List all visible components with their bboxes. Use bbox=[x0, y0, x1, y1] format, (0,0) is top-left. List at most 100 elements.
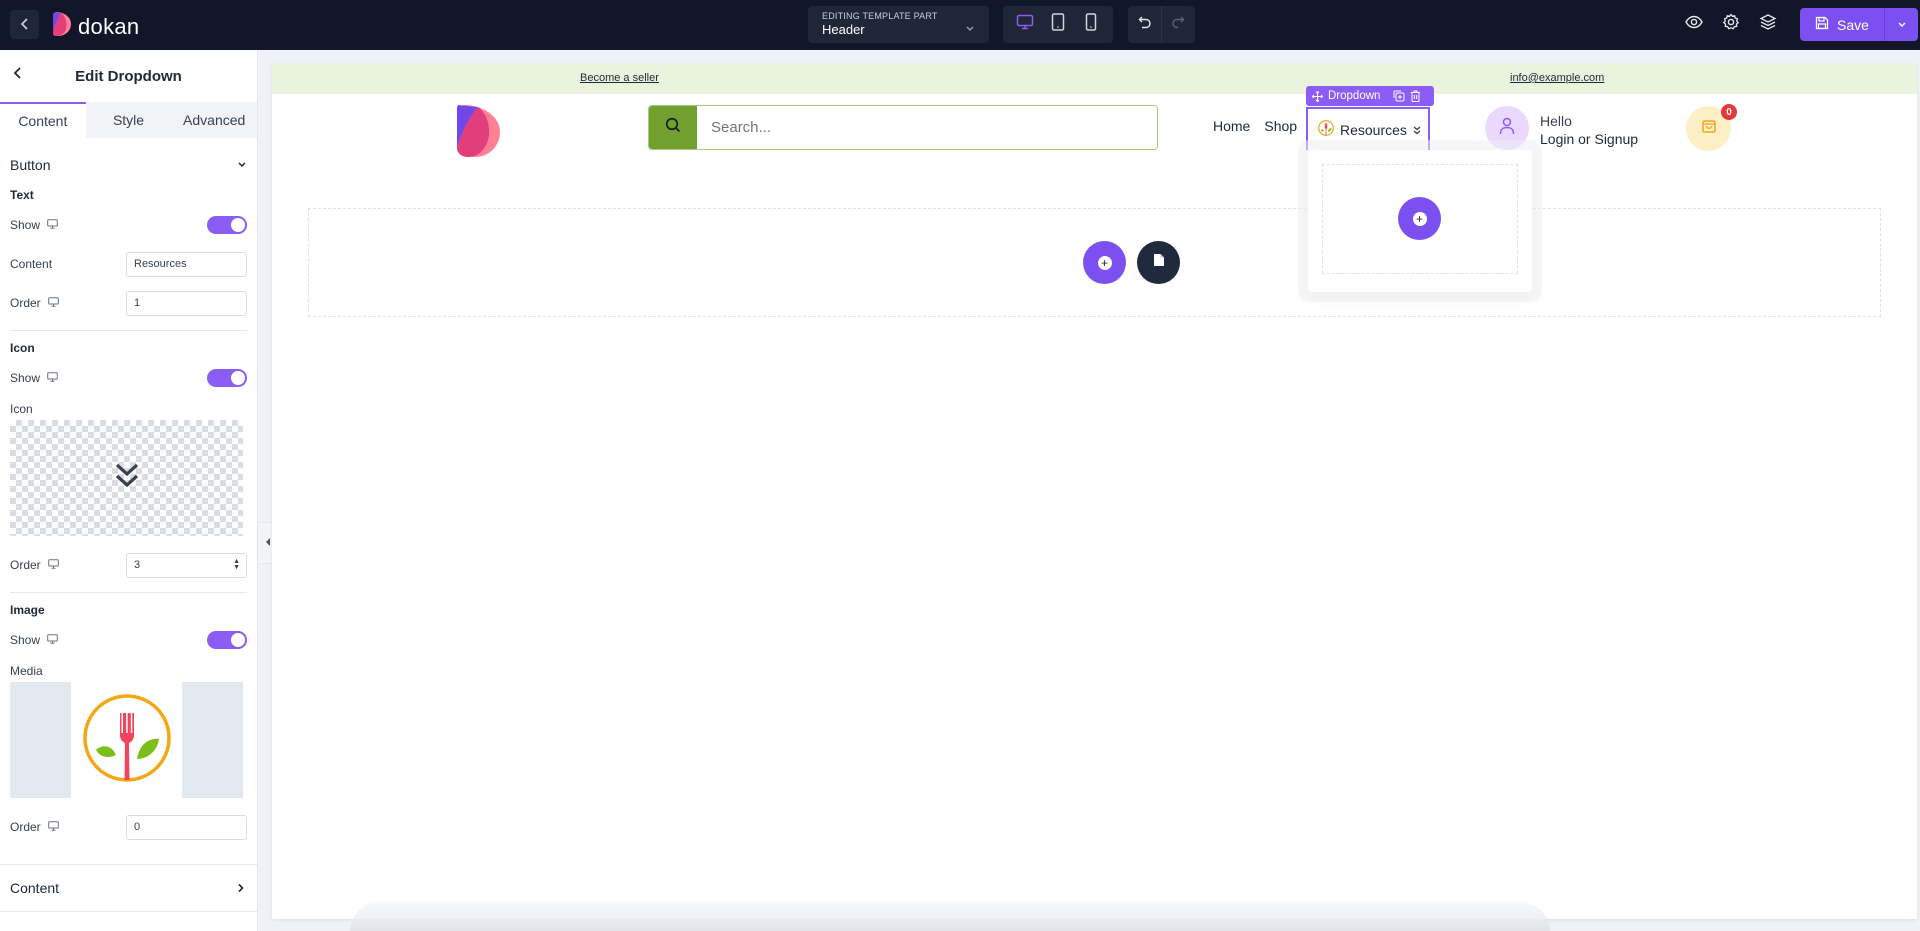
canvas-bottom-shadow bbox=[350, 902, 1550, 931]
desktop-view-button[interactable] bbox=[1011, 11, 1039, 39]
text-show-toggle[interactable] bbox=[207, 216, 247, 234]
icon-order-input[interactable] bbox=[126, 552, 247, 578]
sidebar-tabs: Content Style Advanced bbox=[0, 102, 257, 138]
dropdown-content-panel: + bbox=[1308, 150, 1532, 292]
icon-order-field: ▲▼ bbox=[126, 552, 247, 578]
cart-count-badge: 0 bbox=[1721, 104, 1737, 120]
editor-canvas: Become a seller info@example.com Home bbox=[272, 64, 1917, 931]
nav-shop[interactable]: Shop bbox=[1264, 118, 1297, 134]
icon-picker[interactable] bbox=[10, 420, 243, 536]
resources-dropdown-button[interactable]: Resources bbox=[1306, 107, 1430, 150]
text-show-row: Show bbox=[10, 210, 247, 240]
become-seller-link[interactable]: Become a seller bbox=[580, 72, 659, 84]
search-input[interactable] bbox=[697, 106, 1157, 149]
chevron-right-icon bbox=[237, 880, 245, 896]
add-block-button[interactable]: + bbox=[1083, 241, 1126, 284]
media-picker[interactable] bbox=[10, 682, 243, 798]
redo-button[interactable] bbox=[1161, 6, 1194, 43]
sidebar-title: Edit Dropdown bbox=[75, 67, 182, 85]
desktop-responsive-icon[interactable] bbox=[47, 296, 59, 310]
icon-picker-label: Icon bbox=[10, 402, 33, 416]
save-group: Save bbox=[1800, 8, 1918, 41]
add-template-button[interactable] bbox=[1137, 241, 1180, 284]
tab-advanced[interactable]: Advanced bbox=[171, 102, 257, 138]
divider bbox=[10, 330, 247, 331]
icon-show-label: Show bbox=[10, 371, 41, 385]
image-group-title: Image bbox=[10, 603, 45, 617]
double-chevron-down-icon bbox=[1413, 122, 1421, 138]
text-content-label: Content bbox=[10, 257, 53, 271]
dropdown-content-dropzone: + bbox=[1322, 164, 1518, 274]
template-part-label: EDITING TEMPLATE PART bbox=[822, 11, 938, 21]
site-logo[interactable] bbox=[456, 104, 502, 163]
mobile-icon bbox=[1085, 13, 1097, 36]
image-show-toggle[interactable] bbox=[207, 631, 247, 649]
save-button[interactable]: Save bbox=[1800, 8, 1884, 41]
desktop-responsive-icon[interactable] bbox=[47, 633, 58, 647]
desktop-responsive-icon[interactable] bbox=[47, 558, 59, 572]
tablet-view-button[interactable] bbox=[1044, 11, 1072, 39]
dropdown-add-block-button[interactable]: + bbox=[1398, 197, 1441, 240]
settings-button[interactable] bbox=[1719, 12, 1743, 36]
search-button[interactable] bbox=[649, 106, 697, 149]
shopping-bag-icon bbox=[1701, 118, 1717, 139]
fork-leaf-logo-icon bbox=[1318, 120, 1334, 139]
text-order-row: Order bbox=[10, 288, 247, 318]
cart-button[interactable]: 0 bbox=[1686, 104, 1737, 151]
desktop-responsive-icon[interactable] bbox=[47, 371, 58, 385]
undo-icon bbox=[1138, 15, 1152, 34]
block-name-label: Dropdown bbox=[1328, 90, 1381, 102]
undo-button[interactable] bbox=[1128, 6, 1161, 43]
account-link[interactable]: Hello Login or Signup bbox=[1540, 112, 1638, 148]
template-part-selector[interactable]: EDITING TEMPLATE PART Header bbox=[808, 6, 989, 43]
device-switcher bbox=[1003, 6, 1113, 43]
layers-button[interactable] bbox=[1756, 12, 1780, 36]
back-button[interactable] bbox=[10, 10, 39, 39]
mobile-view-button[interactable] bbox=[1077, 11, 1105, 39]
sidebar-header: Edit Dropdown bbox=[0, 50, 257, 102]
button-section-header[interactable]: Button bbox=[10, 148, 247, 182]
chevron-down-icon bbox=[965, 20, 975, 38]
media-label: Media bbox=[10, 664, 43, 678]
save-options-button[interactable] bbox=[1884, 8, 1918, 41]
icon-show-toggle[interactable] bbox=[207, 369, 247, 387]
tab-style[interactable]: Style bbox=[86, 102, 172, 138]
text-order-input[interactable] bbox=[126, 290, 247, 316]
desktop-responsive-icon[interactable] bbox=[47, 218, 58, 232]
caret-left-icon bbox=[265, 534, 271, 552]
user-icon bbox=[1499, 117, 1515, 140]
number-spinner-icon[interactable]: ▲ ▼ bbox=[233, 558, 240, 571]
save-label: Save bbox=[1837, 16, 1869, 33]
duplicate-icon[interactable] bbox=[1393, 90, 1405, 102]
redo-icon bbox=[1171, 15, 1185, 34]
template-part-value: Header bbox=[822, 22, 865, 37]
content-section-title: Content bbox=[10, 880, 60, 896]
user-avatar[interactable] bbox=[1485, 106, 1529, 150]
toolbar-actions bbox=[1682, 12, 1780, 36]
desktop-responsive-icon[interactable] bbox=[47, 820, 59, 834]
text-content-row: Content bbox=[10, 249, 247, 279]
back-icon bbox=[20, 17, 30, 33]
image-order-row: Order bbox=[10, 812, 247, 842]
text-content-input[interactable] bbox=[126, 251, 247, 277]
desktop-icon bbox=[1016, 14, 1034, 35]
tablet-icon bbox=[1051, 13, 1065, 36]
preview-button[interactable] bbox=[1682, 12, 1706, 36]
header-top-strip: Become a seller info@example.com bbox=[272, 64, 1917, 94]
dropdown-block-toolbar: Dropdown bbox=[1306, 86, 1434, 106]
fork-leaf-logo-icon bbox=[82, 693, 172, 788]
nav-home[interactable]: Home bbox=[1213, 118, 1250, 134]
settings-gear-icon bbox=[1722, 12, 1740, 36]
image-order-input[interactable] bbox=[126, 814, 247, 840]
tab-content[interactable]: Content bbox=[0, 102, 86, 138]
email-link[interactable]: info@example.com bbox=[1510, 72, 1604, 84]
settings-sidebar: Edit Dropdown Content Style Advanced But… bbox=[0, 50, 258, 931]
delete-trash-icon[interactable] bbox=[1410, 90, 1421, 102]
search-bar bbox=[648, 105, 1158, 150]
brand-name: dokan bbox=[78, 13, 140, 39]
top-bar: dokan EDITING TEMPLATE PART Header Save bbox=[0, 0, 1920, 50]
double-chevron-down-icon bbox=[114, 462, 140, 495]
sidebar-back-button[interactable] bbox=[8, 65, 28, 85]
move-handle-icon[interactable] bbox=[1312, 90, 1323, 102]
content-section-header[interactable]: Content bbox=[0, 864, 257, 912]
